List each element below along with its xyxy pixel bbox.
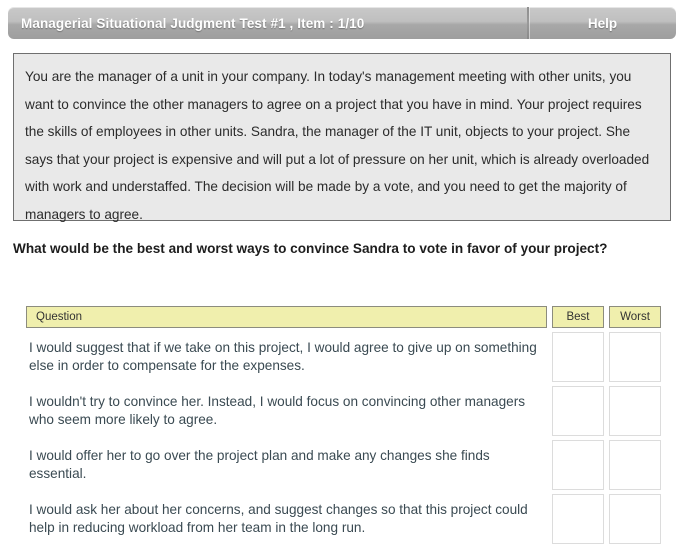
answer-table-body: I would suggest that if we take on this …	[26, 332, 661, 544]
app-header-bar: Managerial Situational Judgment Test #1 …	[8, 7, 676, 39]
header-title-cell: Managerial Situational Judgment Test #1 …	[8, 7, 527, 39]
best-choice-cell[interactable]	[552, 332, 604, 382]
answer-table: Question Best Worst I would suggest that…	[21, 302, 666, 548]
best-choice-cell[interactable]	[552, 386, 604, 436]
question-prompt: What would be the best and worst ways to…	[13, 241, 608, 256]
worst-choice-cell[interactable]	[609, 494, 661, 544]
best-choice-cell[interactable]	[552, 494, 604, 544]
answer-table-container: Question Best Worst I would suggest that…	[21, 302, 666, 548]
table-row: I would ask her about her concerns, and …	[26, 494, 661, 544]
column-header-best: Best	[552, 306, 604, 328]
scenario-text: You are the manager of a unit in your co…	[25, 69, 650, 222]
table-row: I would offer her to go over the project…	[26, 440, 661, 490]
worst-choice-cell[interactable]	[609, 386, 661, 436]
help-button[interactable]: Help	[529, 7, 676, 39]
column-header-question: Question	[26, 306, 547, 328]
worst-choice-cell[interactable]	[609, 440, 661, 490]
table-header-row: Question Best Worst	[26, 306, 661, 328]
help-button-label: Help	[587, 15, 618, 31]
best-choice-cell[interactable]	[552, 440, 604, 490]
answer-text: I wouldn't try to convince her. Instead,…	[29, 394, 526, 427]
page-title: Managerial Situational Judgment Test #1 …	[21, 15, 365, 31]
answer-table-head: Question Best Worst	[26, 306, 661, 328]
table-row: I wouldn't try to convince her. Instead,…	[26, 386, 661, 436]
answer-text: I would offer her to go over the project…	[29, 448, 490, 481]
table-row: I would suggest that if we take on this …	[26, 332, 661, 382]
column-header-worst: Worst	[609, 306, 661, 328]
answer-text: I would suggest that if we take on this …	[29, 340, 537, 373]
scenario-panel: You are the manager of a unit in your co…	[13, 53, 671, 222]
answer-text: I would ask her about her concerns, and …	[29, 502, 528, 535]
worst-choice-cell[interactable]	[609, 332, 661, 382]
